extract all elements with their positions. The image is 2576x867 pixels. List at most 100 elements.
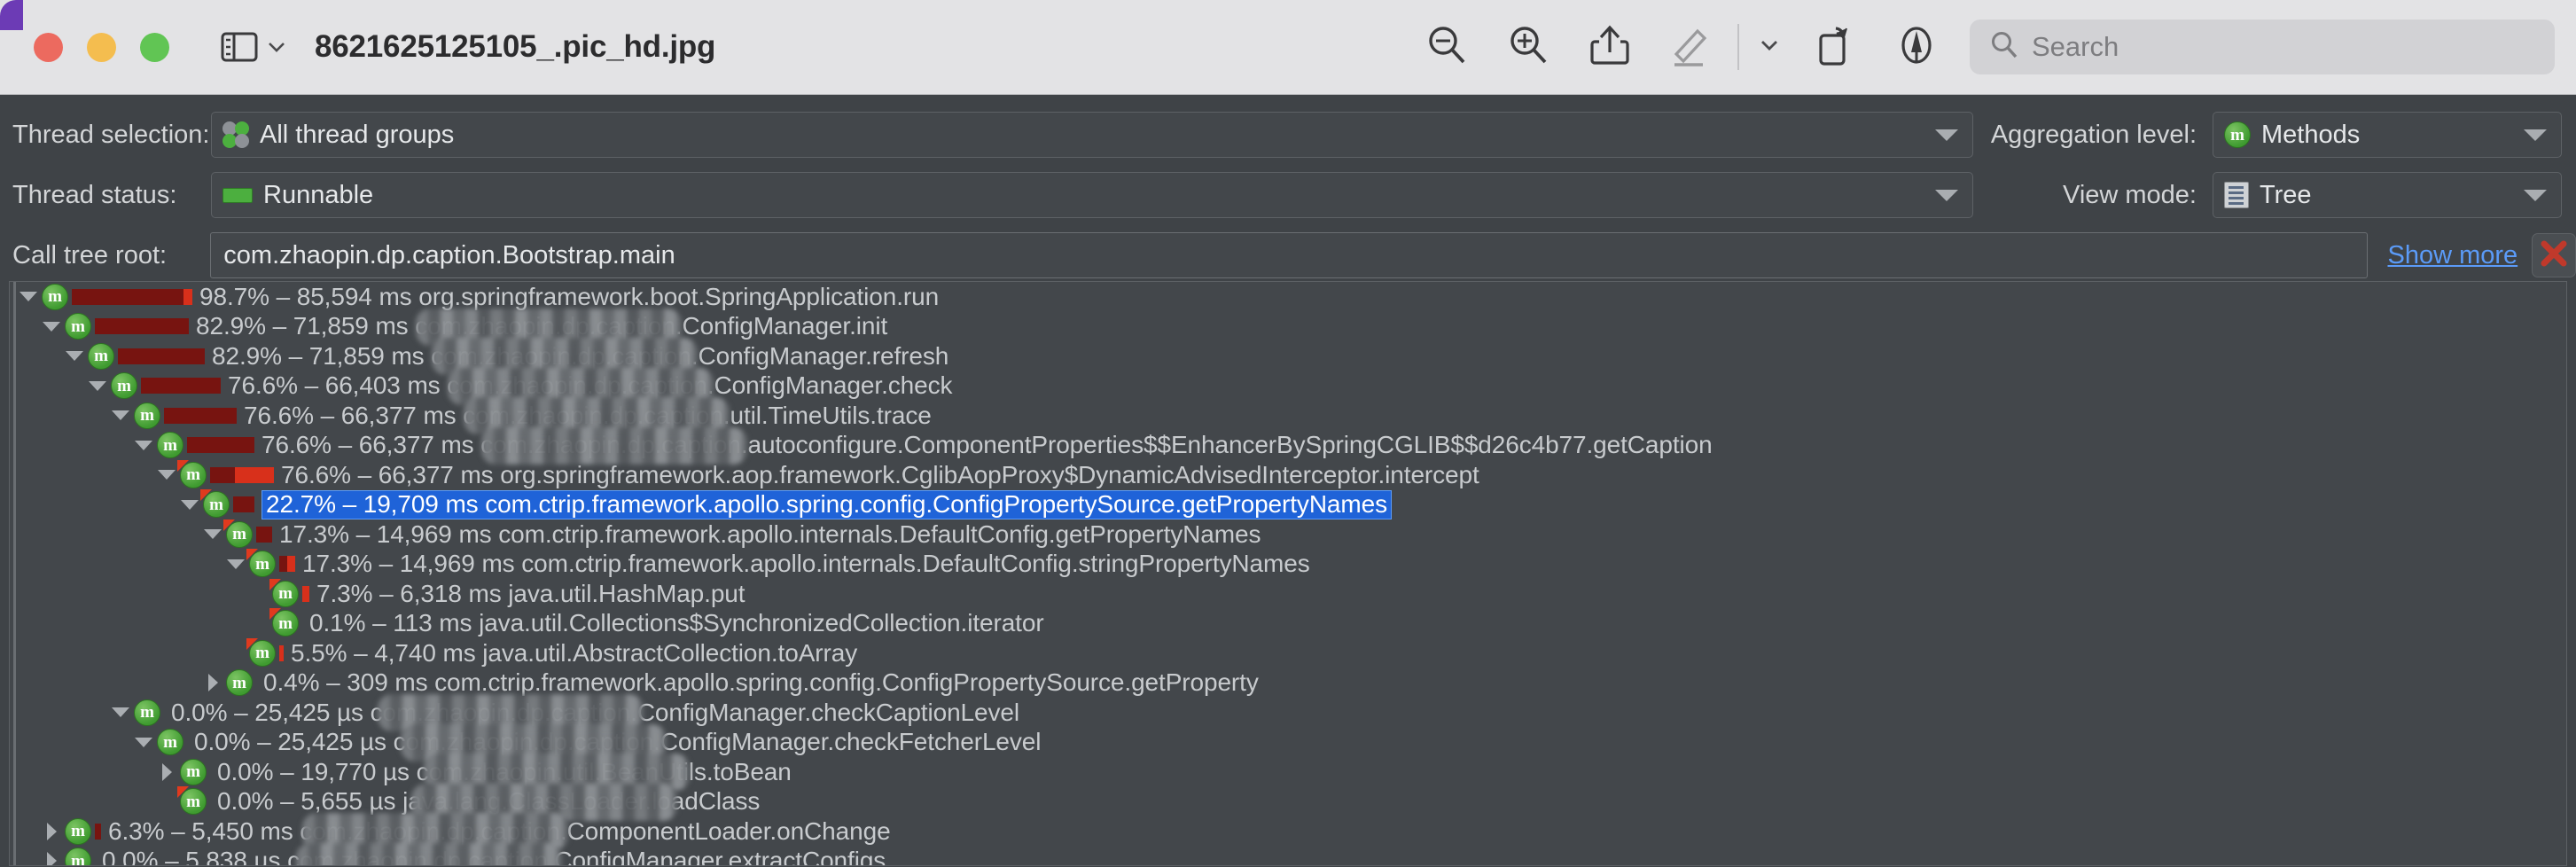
call-tree-row[interactable]: m 5.5% – 4,740 ms java.util.AbstractColle… [10,637,2566,668]
call-tree-row[interactable]: m 6.3% – 5,450 ms com.zhaopin.dp.caption.… [10,816,2566,847]
chevron-down-icon [2524,129,2547,141]
time-bar-self [279,644,284,661]
hotspot-marker-icon [177,786,189,799]
collapse-node-button[interactable] [130,729,157,755]
close-icon [2539,238,2569,273]
collapse-node-button[interactable] [107,402,134,429]
annotate-pen-icon [1894,22,1939,73]
call-tree-view[interactable]: m 98.7% – 85,594 ms org.springframework.b… [9,281,2567,866]
call-tree-row[interactable]: m 0.0% – 19,770 µs com.zhaopin.util.BeanU… [10,757,2566,787]
call-tree-row[interactable]: m 0.0% – 25,425 µs com.zhaopin.dp.caption… [10,728,2566,758]
annotate-button[interactable] [1876,12,1957,82]
time-bar-total [72,288,183,305]
view-mode-row: View mode: Tree [2063,168,2562,223]
call-tree-row[interactable]: m 82.9% – 71,859 ms com.zhaopin.dp.captio… [10,341,2566,371]
method-node-icon: m [157,432,183,459]
call-tree-row-label: 98.7% – 85,594 ms org.springframework.bo… [199,282,940,310]
sidebar-icon [221,29,258,65]
share-button[interactable] [1569,12,1651,82]
clear-filter-button[interactable] [2532,233,2576,277]
collapse-node-button[interactable] [222,551,249,577]
maximize-window-button[interactable] [140,32,169,62]
aggregation-level-row: Aggregation level: m Methods [1991,107,2562,162]
method-node-icon: m [269,578,299,607]
method-icon: m [157,432,183,459]
call-tree-root-row: Call tree root: com.zhaopin.dp.caption.B… [0,228,2576,283]
call-tree-row-label: 0.1% – 113 ms java.util.Collections$Sync… [309,609,1044,637]
chevron-down-icon [1935,189,1958,201]
expand-node-button[interactable] [199,669,226,696]
preview-window: 8621625125105_.pic_hd.jpg Search Thread … [0,0,2576,867]
collapse-node-button[interactable] [61,343,88,370]
method-icon: m [65,847,91,865]
time-bar-total [164,407,237,424]
rotate-icon [1813,22,1857,73]
thread-groups-icon [222,121,249,148]
call-tree-row-label: 82.9% – 71,859 ms com.zhaopin.dp.caption… [212,341,949,370]
call-tree-row[interactable]: m 0.4% – 309 ms com.ctrip.framework.apoll… [10,668,2566,699]
call-tree-row-label: 7.3% – 6,318 ms java.util.HashMap.put [316,579,745,607]
call-tree-row-label: 76.6% – 66,377 ms org.springframework.ao… [281,460,1479,488]
expand-node-button[interactable] [38,847,65,865]
call-tree-row[interactable]: m 0.0% – 5,655 µs java.lang.ClassLoader.l… [10,786,2566,817]
collapse-node-button[interactable] [38,313,65,340]
call-tree-row[interactable]: m 0.1% – 113 ms java.util.Collections$Syn… [10,608,2566,639]
thread-selection-dropdown[interactable]: All thread groups [211,112,1973,158]
time-bar-total [118,348,205,364]
collapse-node-button[interactable] [130,432,157,458]
markup-options-button[interactable] [1745,12,1794,82]
expand-node-button[interactable] [153,759,180,785]
call-tree-row[interactable]: m 0.0% – 25,425 µs com.zhaopin.dp.caption… [10,698,2566,728]
call-tree-row-label: 5.5% – 4,740 ms java.util.AbstractCollec… [291,638,858,667]
call-tree-row[interactable]: m 7.3% – 6,318 ms java.util.HashMap.put [10,578,2566,609]
zoom-out-button[interactable] [1406,12,1487,82]
expand-node-button[interactable] [38,818,65,845]
show-more-link[interactable]: Show more [2387,241,2517,270]
call-tree-root-input[interactable]: com.zhaopin.dp.caption.Bootstrap.main [210,232,2369,278]
minimize-window-button[interactable] [87,32,116,62]
collapse-node-button[interactable] [176,491,203,518]
method-icon: m [2224,121,2251,148]
call-tree-row[interactable]: m 17.3% – 14,969 ms com.ctrip.framework.a… [10,519,2566,550]
search-input[interactable]: Search [1970,20,2555,74]
call-tree-row-label: 0.0% – 5,838 µs com.zhaopin.dp.caption.C… [102,847,886,866]
time-bar-self [287,556,295,573]
collapse-node-button[interactable] [107,699,134,726]
close-window-button[interactable] [34,32,63,62]
time-bar [95,318,189,335]
sidebar-toggle-button[interactable] [221,29,286,65]
hotspot-marker-icon [269,608,281,621]
chevron-down-icon [1758,37,1781,58]
collapse-node-button[interactable] [199,521,226,548]
zoom-in-button[interactable] [1487,12,1569,82]
call-tree-row[interactable]: m 76.6% – 66,377 ms com.zhaopin.dp.captio… [10,401,2566,431]
method-node-icon: m [269,608,299,637]
call-tree-row-label: 6.3% – 5,450 ms com.zhaopin.dp.caption.C… [108,816,891,845]
method-icon: m [88,342,114,370]
collapse-node-button[interactable] [84,372,111,399]
hotspot-marker-icon [246,637,258,650]
view-mode-label: View mode: [2063,180,2197,209]
rotate-button[interactable] [1794,12,1876,82]
time-bar [233,496,254,513]
call-tree-row[interactable]: m 76.6% – 66,377 ms com.zhaopin.dp.captio… [10,431,2566,461]
call-tree-row[interactable]: m 82.9% – 71,859 ms com.zhaopin.dp.captio… [10,312,2566,342]
call-tree-row[interactable]: m 76.6% – 66,403 ms com.zhaopin.dp.captio… [10,371,2566,402]
call-tree-row[interactable]: m 98.7% – 85,594 ms org.springframework.b… [10,282,2566,312]
collapse-node-button[interactable] [153,462,180,488]
aggregation-level-dropdown[interactable]: m Methods [2213,112,2562,158]
view-mode-dropdown[interactable]: Tree [2213,172,2562,218]
call-tree-row-label: 17.3% – 14,969 ms com.ctrip.framework.ap… [302,550,1310,578]
call-tree-row[interactable]: m 0.0% – 5,838 µs com.zhaopin.dp.caption.… [10,847,2566,866]
tree-twisty-placeholder [246,581,272,607]
time-bar-self [302,585,309,602]
collapse-node-button[interactable] [15,284,42,310]
method-icon: m [111,372,137,400]
call-tree-row[interactable]: m 17.3% – 14,969 ms com.ctrip.framework.a… [10,549,2566,580]
markup-button[interactable] [1651,12,1732,82]
traffic-lights [34,32,169,62]
thread-status-dropdown[interactable]: Runnable [211,172,1973,218]
call-tree-row[interactable]: m 76.6% – 66,377 ms org.springframework.a… [10,459,2566,490]
method-node-icon: m [226,669,253,697]
call-tree-row[interactable]: m 22.7% – 19,709 ms com.ctrip.framework.a… [10,489,2566,520]
